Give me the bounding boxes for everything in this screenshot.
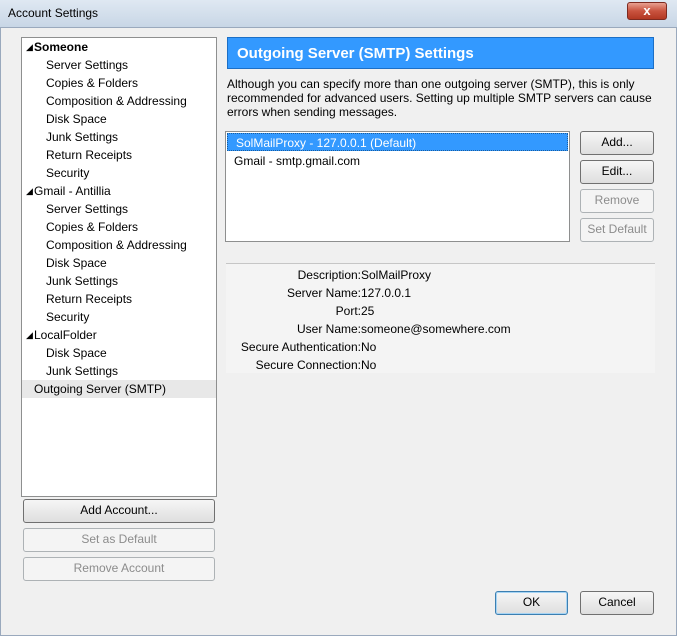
edit-server-button[interactable]: Edit... [580, 160, 654, 184]
detail-row: Port: 25 [226, 302, 655, 320]
detail-row: Server Name: 127.0.0.1 [226, 284, 655, 302]
tree-item[interactable]: Disk Space [22, 254, 216, 272]
detail-value: No [361, 358, 377, 372]
set-default-server-button[interactable]: Set Default [580, 218, 654, 242]
detail-label: Secure Authentication: [240, 340, 361, 354]
tree-item[interactable]: Composition & Addressing [22, 236, 216, 254]
tree-account-label: LocalFolder [34, 328, 97, 342]
remove-server-label: Remove [594, 193, 640, 207]
remove-account-button[interactable]: Remove Account [23, 557, 215, 581]
title-bar: Account Settings x [0, 0, 677, 28]
dialog-client: ◢ Someone Server Settings Copies & Folders C… [0, 28, 677, 636]
set-default-server-label: Set Default [587, 222, 647, 236]
tree-item[interactable]: Return Receipts [22, 290, 216, 308]
panel-description: Although you can specify more than one o… [227, 77, 652, 119]
panel-header: Outgoing Server (SMTP) Settings [227, 37, 654, 69]
ok-label: OK [522, 595, 541, 609]
remove-server-button[interactable]: Remove [580, 189, 654, 213]
smtp-server-item[interactable]: SolMailProxy - 127.0.0.1 (Default) [227, 133, 568, 151]
add-server-button[interactable]: Add... [580, 131, 654, 155]
tree-item[interactable]: Disk Space [22, 344, 216, 362]
tree-item[interactable]: Server Settings [22, 56, 216, 74]
tree-item-outgoing-server[interactable]: Outgoing Server (SMTP) [22, 380, 216, 398]
tree-item[interactable]: Copies & Folders [22, 74, 216, 92]
smtp-server-item[interactable]: Gmail - smtp.gmail.com [226, 152, 569, 170]
expanded-triangle-icon[interactable]: ◢ [26, 38, 33, 56]
close-button[interactable]: x [627, 2, 667, 20]
detail-label: User Name: [296, 322, 361, 336]
tree-item[interactable]: Junk Settings [22, 362, 216, 380]
detail-value: 127.0.0.1 [361, 286, 412, 300]
tree-item[interactable]: Disk Space [22, 110, 216, 128]
tree-account-label: Gmail - Antillia [34, 184, 111, 198]
set-as-default-label: Set as Default [81, 532, 157, 546]
tree-account-2[interactable]: ◢ LocalFolder [22, 326, 216, 344]
add-account-button[interactable]: Add Account... [23, 499, 215, 523]
detail-value: SolMailProxy [361, 268, 432, 282]
tree-item[interactable]: Security [22, 308, 216, 326]
window-title: Account Settings [8, 6, 99, 20]
account-tree[interactable]: ◢ Someone Server Settings Copies & Folders C… [21, 37, 217, 497]
smtp-server-list[interactable]: SolMailProxy - 127.0.0.1 (Default) Gmail … [225, 131, 570, 242]
tree-item[interactable]: Junk Settings [22, 128, 216, 146]
server-details: Description: SolMailProxy Server Name: 127.… [226, 263, 655, 373]
tree-item[interactable]: Copies & Folders [22, 218, 216, 236]
tree-account-0[interactable]: ◢ Someone [22, 38, 216, 56]
remove-account-label: Remove Account [73, 561, 165, 575]
detail-row: User Name: someone@somewhere.com [226, 320, 655, 338]
expanded-triangle-icon[interactable]: ◢ [26, 182, 33, 200]
detail-value: No [361, 340, 377, 354]
add-server-label: Add... [601, 135, 633, 149]
tree-item[interactable]: Return Receipts [22, 146, 216, 164]
ok-button[interactable]: OK [495, 591, 568, 615]
tree-account-label: Someone [34, 40, 89, 54]
add-account-label: Add Account... [80, 503, 158, 517]
detail-row: Secure Connection: No [226, 356, 655, 374]
close-icon: x [643, 3, 651, 18]
detail-value: someone@somewhere.com [361, 322, 511, 336]
cancel-label: Cancel [598, 595, 636, 609]
panel-title: Outgoing Server (SMTP) Settings [237, 45, 474, 62]
detail-value: 25 [361, 304, 375, 318]
cancel-button[interactable]: Cancel [580, 591, 654, 615]
detail-row: Secure Authentication: No [226, 338, 655, 356]
tree-item[interactable]: Server Settings [22, 200, 216, 218]
detail-label: Server Name: [286, 286, 361, 300]
tree-item[interactable]: Junk Settings [22, 272, 216, 290]
detail-label: Secure Connection: [255, 358, 361, 372]
detail-label: Port: [335, 304, 361, 318]
tree-item[interactable]: Security [22, 164, 216, 182]
tree-item[interactable]: Composition & Addressing [22, 92, 216, 110]
edit-server-label: Edit... [601, 164, 633, 178]
detail-label: Description: [297, 268, 361, 282]
tree-account-1[interactable]: ◢ Gmail - Antillia [22, 182, 216, 200]
detail-row: Description: SolMailProxy [226, 266, 655, 284]
set-as-default-button[interactable]: Set as Default [23, 528, 215, 552]
expanded-triangle-icon[interactable]: ◢ [26, 326, 33, 344]
